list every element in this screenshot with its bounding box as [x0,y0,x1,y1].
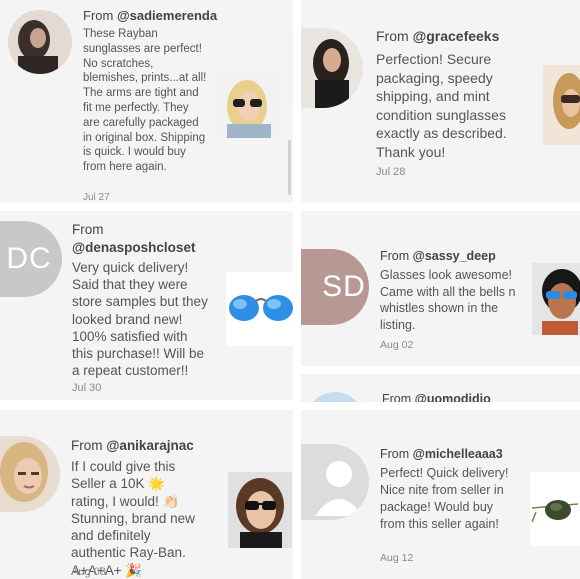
reviewer-avatar[interactable] [306,392,364,402]
review-message: Perfect! Quick delivery! Nice nite from … [380,466,509,531]
listing-photo[interactable] [532,263,580,335]
reviewer-handle[interactable]: From @sadiemerenda [83,8,217,24]
listing-photo[interactable] [217,72,281,138]
reviewer-handle[interactable]: From @sassy_deep [380,248,496,264]
review-message: Glasses look awesome! Came with all the … [380,268,516,332]
avatar-initials: DC [6,242,52,275]
review-card: DC From @denasposhcloset Very quick deliv… [0,211,293,400]
reviewer-handle[interactable]: From @michelleaaa3 [380,446,503,462]
review-date: Jul 30 [72,382,102,394]
scrollbar[interactable] [288,140,291,195]
review-card: From @uomodidio [301,374,580,402]
listing-photo[interactable] [530,472,580,546]
listing-photo[interactable] [543,65,580,145]
review-card: From @michelleaaa3 Perfect! Quick delive… [301,410,580,579]
avatar-initials: SD [322,270,366,303]
review-date: Jul 28 [376,166,406,178]
reviewer-avatar[interactable] [0,436,60,512]
review-card: SD From @sassy_deep Glasses look awesome… [301,211,580,366]
review-message: Very quick delivery! Said that they were… [72,260,208,379]
reviewer-avatar[interactable] [301,28,363,108]
review-card: From @anikarajnac If I could give this S… [0,410,293,579]
review-card: From @gracefeeks Perfection! Secure pack… [301,0,580,203]
review-date: Aug 02 [380,339,414,351]
reviewer-handle[interactable]: From @gracefeeks [376,28,499,44]
reviewer-handle[interactable]: From @denasposhcloset [72,221,212,257]
listing-photo[interactable] [226,272,293,346]
review-message: Perfection! Secure packaging, speedy shi… [376,51,507,160]
review-card: From @sadiemerenda These Rayban sunglass… [0,0,293,203]
review-date: Jul 27 [83,192,110,203]
review-date: Aug 03 [71,566,106,578]
reviewer-handle[interactable]: From @anikarajnac [71,438,194,454]
reviewer-avatar[interactable]: SD [301,249,369,325]
reviewer-avatar[interactable] [8,10,72,74]
listing-photo[interactable] [228,472,292,548]
review-message: These Rayban sunglasses are perfect! No … [83,28,207,174]
reviewer-avatar[interactable]: DC [0,221,62,297]
reviewer-avatar[interactable] [301,444,369,520]
reviewer-handle[interactable]: From @uomodidio [382,391,491,402]
default-avatar-icon [301,444,369,520]
review-message: If I could give this Seller a 10K 🌟 rati… [71,459,195,578]
review-date: Aug 12 [380,552,414,564]
